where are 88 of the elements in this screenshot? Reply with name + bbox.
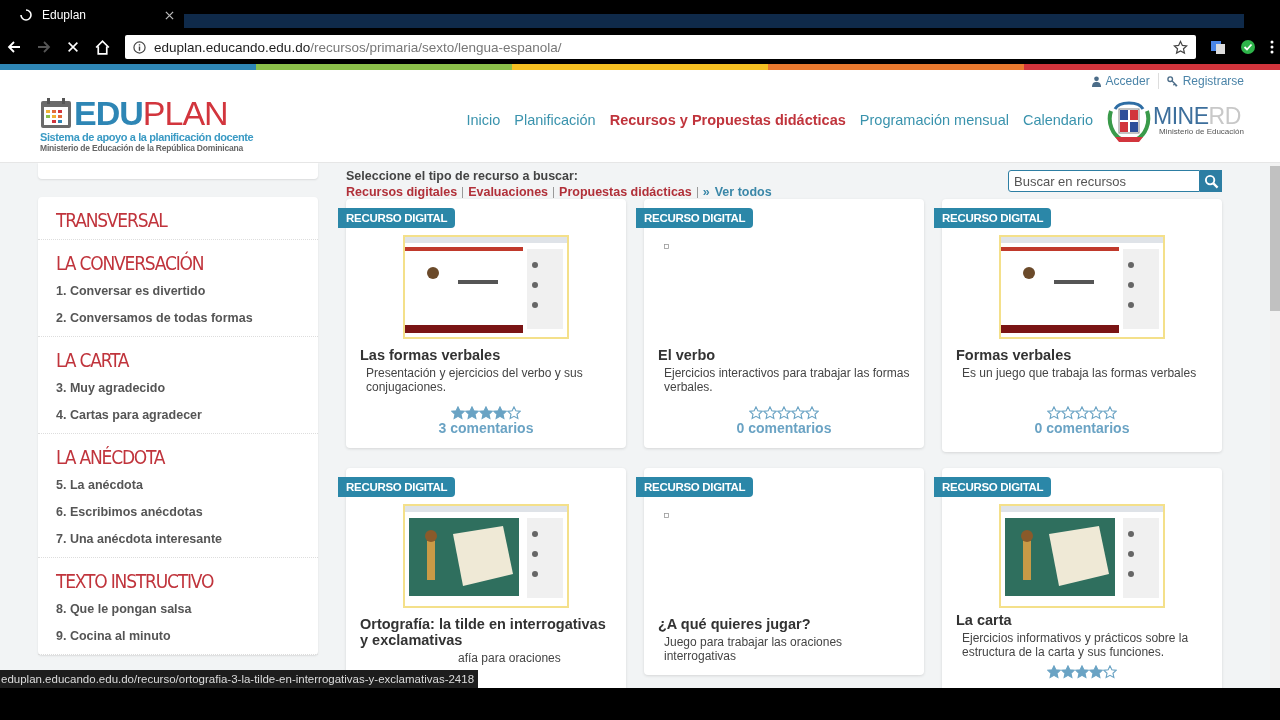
resource-badge: RECURSO DIGITAL [934,477,1052,497]
resource-badge: RECURSO DIGITAL [636,208,754,228]
unit-heading[interactable]: LA ANÉCDOTA [56,442,165,472]
unit-heading[interactable]: LA CARTA [56,345,129,375]
star-icon [777,406,791,420]
lesson-link[interactable]: 5. La anécdota [56,472,143,499]
check-icon[interactable] [1240,39,1256,55]
close-icon[interactable] [165,10,174,20]
search-button[interactable] [1200,170,1222,192]
info-icon [133,40,146,54]
resource-description: Ejercicios informativos y prácticos sobre la estructura de la carta y sus funciones. [962,631,1190,659]
view-all-link[interactable]: Ver todos [714,185,772,199]
resource-description: afía para oraciones [458,651,562,667]
resource-title[interactable]: La carta [956,612,1208,628]
star-icon [1089,665,1103,679]
nav-link[interactable]: Recursos y Propuestas didácticas [609,112,846,128]
key-icon [1166,75,1178,87]
star-icon [1103,665,1117,679]
star-icon [465,406,479,420]
account-link[interactable]: Acceder [1091,74,1150,88]
resource-title[interactable]: El verbo [658,347,910,363]
star-icon [507,406,521,420]
resource-title[interactable]: ¿A qué quieres jugar? [658,616,910,632]
stop-icon[interactable] [66,40,80,54]
status-url: eduplan.educando.edu.do/recurso/ortografia-3-la-tilde-en-interrogativas-y-exclamativas-2418 [0,670,479,688]
lesson-link[interactable]: 4. Cartas para agradecer [56,402,202,429]
star-icon [1089,406,1103,420]
star-icon [1075,406,1089,420]
address-bar[interactable]: eduplan.educando.edu.do/recursos/primaria/sexto/lengua-espanola/ [125,35,1196,59]
star-icon [749,406,763,420]
resource-title[interactable]: Formas verbales [956,347,1208,363]
resource-badge: RECURSO DIGITAL [636,477,754,497]
lesson-link[interactable]: 7. Una anécdota interesante [56,526,223,553]
forward-icon[interactable] [36,39,52,55]
resource-badge: RECURSO DIGITAL [338,208,456,228]
star-icon [791,406,805,420]
chevron-marker: » [702,185,710,199]
home-icon[interactable] [94,38,111,56]
resource-description: Juego para trabajar las oraciones interrogativas [664,635,844,663]
star-icon [1047,665,1061,679]
user-icon [1091,75,1101,87]
unit-heading[interactable]: TEXTO INSTRUCTIVO [56,566,214,596]
resource-title[interactable]: Ortografía: la tilde en interrogativas y exclamativas [360,616,612,648]
star-icon [805,406,819,420]
lesson-link[interactable]: 6. Escribimos anécdotas [56,499,203,526]
search-icon [1203,173,1219,189]
unit-heading[interactable]: LA CONVERSACIÓN [56,248,204,278]
calendar-icon [40,97,72,129]
account-link[interactable]: Registrarse [1166,74,1244,88]
bookmark-star-icon[interactable] [1173,39,1188,55]
resource-badge: RECURSO DIGITAL [338,477,456,497]
resource-description: Presentación y ejercicios del verbo y sus conjugaciones. [366,366,584,394]
nav-link[interactable]: Planificación [514,112,596,128]
browser-tab[interactable]: Eduplan [14,4,184,26]
star-icon [1075,665,1089,679]
lesson-link[interactable]: 2. Conversamos de todas formas [56,305,253,332]
lesson-link[interactable]: 3. Muy agradecido [56,375,166,402]
eduplan-logo[interactable]: EDUPLAN Sistema de apoyo a la planificación docente Ministerio de Educación de la República Dominicana [40,70,254,162]
star-icon [479,406,493,420]
resource-description: Ejercicios interactivos para trabajar las formas verbales. [664,366,910,394]
broken-image-icon [664,244,669,249]
filter-link[interactable]: Propuestas didácticas [559,185,692,199]
back-icon[interactable] [6,39,22,55]
broken-image-icon [664,513,669,518]
lesson-link[interactable]: 1. Conversar es divertido [56,278,206,305]
star-icon [1061,406,1075,420]
filter-link[interactable]: Recursos digitales [346,185,458,199]
star-icon [451,406,465,420]
resource-description: Es un juego que trabaja las formas verbales [962,366,1198,382]
unit-heading[interactable]: TRANSVERSAL [56,205,167,235]
filter-prompt: Seleccione el tipo de recurso a buscar: [346,169,580,183]
nav-link[interactable]: Calendario [1022,112,1094,128]
filter-link[interactable]: Evaluaciones [468,185,549,199]
search-field[interactable]: Buscar en recursos [1008,170,1200,192]
lesson-link[interactable]: 8. Que le pongan salsa [56,596,192,623]
lesson-link[interactable]: 9. Cocina al minuto [56,623,171,650]
nav-link[interactable]: Inicio [466,112,501,128]
star-icon [493,406,507,420]
nav-link[interactable]: Programación mensual [859,112,1009,128]
star-icon [1047,406,1061,420]
star-icon [763,406,777,420]
resource-badge: RECURSO DIGITAL [934,208,1052,228]
loading-icon [20,9,32,21]
resource-title[interactable]: Las formas verbales [360,347,612,363]
scrollbar-thumb[interactable] [1270,166,1280,311]
menu-icon[interactable] [1270,39,1274,55]
star-icon [1061,665,1075,679]
star-icon [1103,406,1117,420]
